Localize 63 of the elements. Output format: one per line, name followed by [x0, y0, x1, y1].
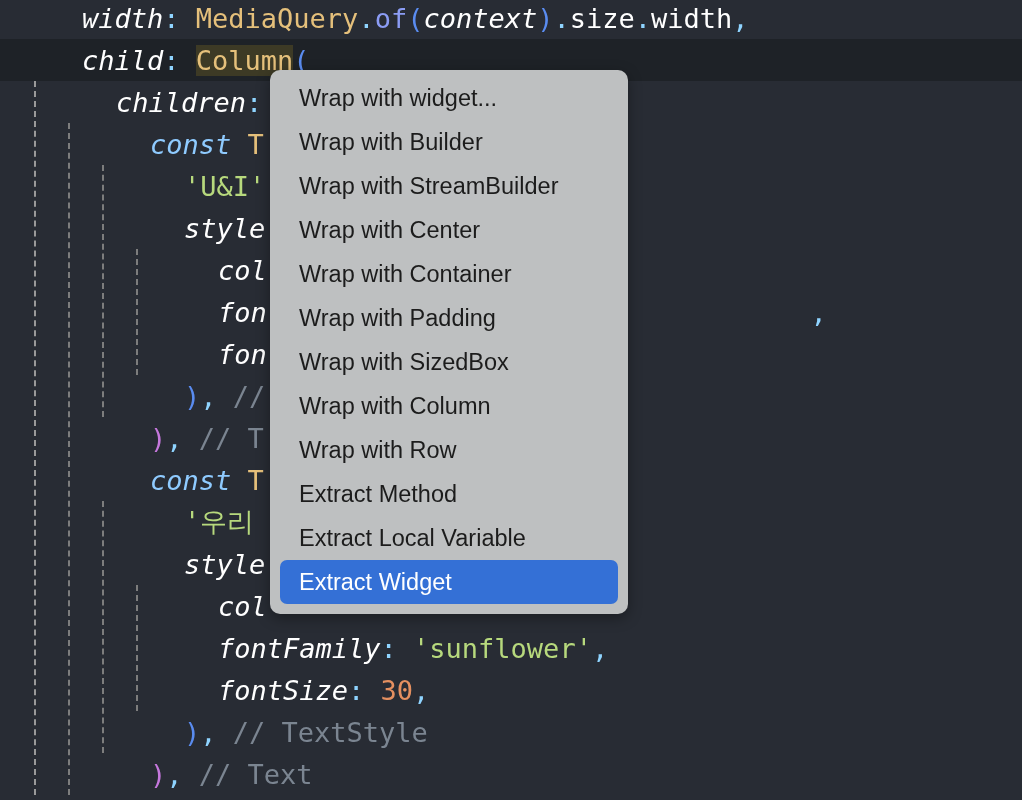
code-token: 'sunflower'	[413, 632, 592, 664]
menu-item[interactable]: Wrap with widget...	[280, 76, 618, 120]
code-token: )	[184, 716, 201, 748]
code-token: width	[82, 2, 164, 34]
code-token: ,	[413, 674, 430, 706]
code-token: width	[651, 2, 733, 34]
code-token: .	[553, 2, 570, 34]
code-token: fontFamily	[218, 632, 381, 664]
code-token: col	[218, 254, 267, 286]
code-token: )	[150, 422, 167, 454]
code-token: // Text	[198, 758, 313, 790]
code-token: col	[218, 590, 267, 622]
code-token: :	[163, 2, 181, 34]
code-token: context	[423, 2, 538, 34]
menu-item[interactable]: Wrap with Padding	[280, 296, 618, 340]
code-token: // T	[198, 422, 264, 454]
menu-item[interactable]: Wrap with Builder	[280, 120, 618, 164]
code-token: fontSize	[218, 674, 349, 706]
code-token: .	[634, 2, 652, 34]
code-token: const	[150, 128, 232, 160]
code-token: ,	[166, 758, 184, 790]
code-token: MediaQuery	[195, 2, 359, 34]
code-token: )	[537, 2, 554, 34]
code-token: ,	[200, 380, 218, 412]
code-token: :	[380, 632, 398, 664]
code-token: style	[184, 212, 266, 244]
code-token: of	[374, 2, 408, 34]
code-token: ,	[200, 716, 218, 748]
code-token: (	[407, 2, 424, 34]
menu-item[interactable]: Wrap with StreamBuilder	[280, 164, 618, 208]
code-token: T	[246, 128, 264, 160]
menu-item[interactable]: Wrap with Row	[280, 428, 618, 472]
code-token: :	[246, 86, 263, 118]
code-token: '우리	[184, 505, 256, 539]
code-token: style	[184, 548, 266, 580]
code-token: ,	[166, 422, 184, 454]
code-token: fon	[218, 338, 267, 370]
code-token: :	[163, 44, 181, 76]
code-token: )	[150, 758, 167, 790]
menu-item[interactable]: Extract Method	[280, 472, 618, 516]
code-token: // TextStyle	[232, 716, 428, 748]
code-token: //	[232, 380, 266, 412]
menu-item[interactable]: Wrap with Center	[280, 208, 618, 252]
menu-item[interactable]: Extract Local Variable	[280, 516, 618, 560]
code-token: 30	[380, 674, 414, 706]
menu-item[interactable]: Extract Widget	[280, 560, 618, 604]
menu-item[interactable]: Wrap with SizedBox	[280, 340, 618, 384]
code-token: ,	[810, 296, 827, 328]
code-token: ,	[732, 2, 749, 34]
code-token: )	[184, 380, 201, 412]
code-token: ,	[591, 632, 609, 664]
code-token: const	[150, 464, 232, 496]
code-token: size	[569, 2, 635, 34]
menu-item[interactable]: Wrap with Column	[280, 384, 618, 428]
menu-item[interactable]: Wrap with Container	[280, 252, 618, 296]
code-token: fon	[218, 296, 267, 328]
code-token: T	[246, 464, 264, 496]
code-token: .	[358, 2, 375, 34]
code-token: children	[116, 86, 247, 118]
code-token: child	[82, 44, 164, 76]
code-token: :	[348, 674, 366, 706]
code-token: 'U&I'	[184, 170, 266, 202]
highlighted-code-token: Column	[195, 44, 294, 76]
